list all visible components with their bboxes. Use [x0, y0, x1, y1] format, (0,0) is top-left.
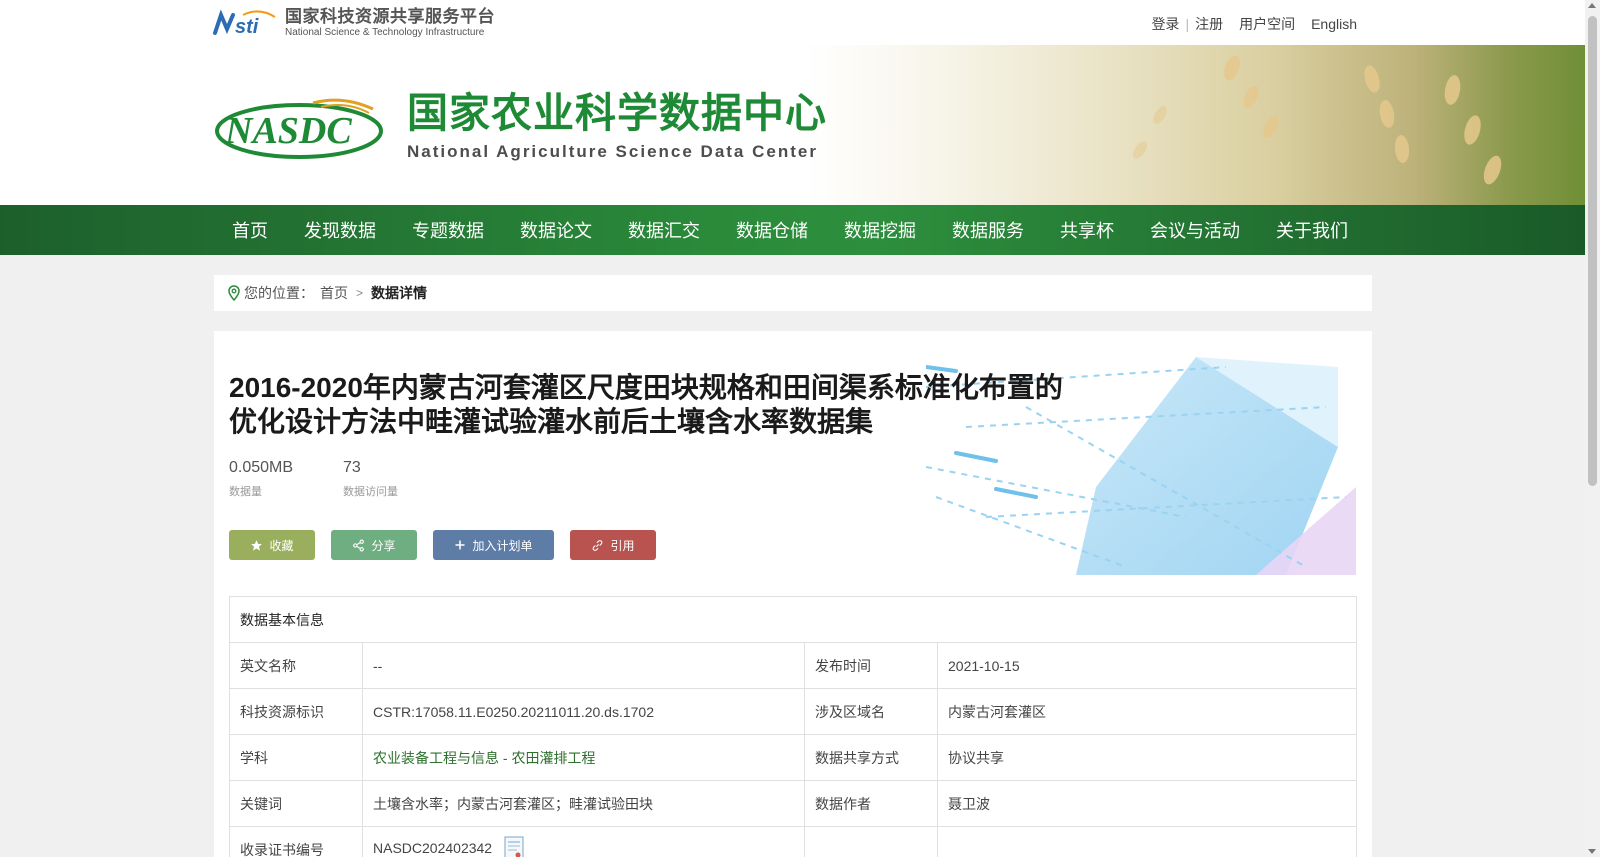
favorite-label: 收藏 — [269, 538, 294, 553]
nav-item-papers[interactable]: 数据论文 — [502, 217, 610, 243]
table-row: 英文名称 -- 发布时间 2021-10-15 — [229, 642, 1357, 689]
location-pin-icon — [228, 285, 240, 301]
svg-text:sti: sti — [235, 16, 259, 37]
site-title-cn: 国家农业科学数据中心 — [407, 90, 827, 136]
breadcrumb-prefix: 您的位置： — [244, 285, 314, 301]
english-link[interactable]: English — [1311, 16, 1357, 32]
label-keywords: 关键词 — [229, 780, 363, 827]
cite-button[interactable]: 引用 — [570, 530, 656, 560]
login-link[interactable]: 登录 — [1151, 14, 1179, 34]
nav-item-about[interactable]: 关于我们 — [1258, 217, 1366, 243]
label-empty — [804, 826, 938, 857]
table-row: 科技资源标识 CSTR:17058.11.E0250.20211011.20.d… — [229, 688, 1357, 735]
nav-item-discover[interactable]: 发现数据 — [286, 217, 394, 243]
label-author: 数据作者 — [804, 780, 938, 827]
nav-item-events[interactable]: 会议与活动 — [1132, 217, 1258, 243]
share-icon — [352, 539, 365, 552]
breadcrumb-current: 数据详情 — [371, 285, 428, 301]
link-icon — [591, 539, 604, 552]
dataset-stats: 0.050MB 数据量 73 数据访问量 — [229, 459, 457, 499]
dataset-title-line-1: 2016-2020年内蒙古河套灌区尺度田块规格和田间渠系标准化布置的 — [229, 372, 1063, 403]
value-resource-id: CSTR:17058.11.E0250.20211011.20.ds.1702 — [362, 688, 805, 735]
nstl-brand-cn: 国家科技资源共享服务平台 — [285, 7, 495, 26]
nav-item-home[interactable]: 首页 — [214, 217, 286, 243]
scroll-up-arrow-icon[interactable] — [1588, 3, 1596, 8]
value-empty — [937, 826, 1357, 857]
register-link[interactable]: 注册 — [1195, 14, 1223, 34]
favorite-button[interactable]: 收藏 — [229, 530, 315, 560]
page-scrollbar[interactable] — [1585, 0, 1600, 857]
link-divider: | — [1185, 16, 1190, 32]
value-english-name: -- — [362, 642, 805, 689]
table-row: 学科 农业装备工程与信息 - 农田灌排工程 数据共享方式 协议共享 — [229, 734, 1357, 781]
nav-item-cup[interactable]: 共享杯 — [1042, 217, 1132, 243]
value-author: 聂卫波 — [937, 780, 1357, 827]
label-publish-date: 发布时间 — [804, 642, 938, 689]
header-banner: NASDC 国家农业科学数据中心 National Agriculture Sc… — [0, 45, 1585, 205]
nstl-logo[interactable]: sti 国家科技资源共享服务平台 National Science & Tech… — [213, 8, 495, 38]
svg-text:NASDC: NASDC — [224, 110, 352, 152]
visit-count-label: 数据访问量 — [343, 486, 398, 498]
nav-item-services[interactable]: 数据服务 — [934, 217, 1042, 243]
label-discipline: 学科 — [229, 734, 363, 781]
action-buttons: 收藏 分享 加入计划单 引用 — [229, 530, 672, 560]
dataset-card: 2016-2020年内蒙古河套灌区尺度田块规格和田间渠系标准化布置的 优化设计方… — [214, 331, 1372, 857]
label-region: 涉及区域名 — [804, 688, 938, 735]
discipline-link[interactable]: 农业装备工程与信息 - 农田灌排工程 — [373, 750, 595, 766]
nav-item-topics[interactable]: 专题数据 — [394, 217, 502, 243]
user-space-link[interactable]: 用户空间 — [1239, 14, 1295, 34]
top-links: 登录 | 注册 用户空间 English — [1151, 14, 1357, 34]
add-to-plan-label: 加入计划单 — [472, 538, 533, 553]
cite-label: 引用 — [610, 538, 635, 553]
value-certificate-no: NASDC202402342 — [373, 840, 493, 857]
table-row: 关键词 土壤含水率；内蒙古河套灌区；畦灌试验田块 数据作者 聂卫波 — [229, 780, 1357, 827]
label-certificate-no: 收录证书编号 — [229, 826, 363, 857]
label-sharing-mode: 数据共享方式 — [804, 734, 938, 781]
value-keywords: 土壤含水率；内蒙古河套灌区；畦灌试验田块 — [362, 780, 805, 827]
visit-count-value: 73 — [343, 459, 361, 476]
nav-item-submit[interactable]: 数据汇交 — [610, 217, 718, 243]
certificate-icon[interactable] — [504, 836, 524, 857]
label-resource-id: 科技资源标识 — [229, 688, 363, 735]
main-nav: 首页 发现数据 专题数据 数据论文 数据汇交 数据仓储 数据挖掘 数据服务 共享… — [0, 205, 1585, 255]
star-icon — [250, 539, 263, 552]
add-to-plan-button[interactable]: 加入计划单 — [433, 530, 554, 560]
nav-item-repository[interactable]: 数据仓储 — [718, 217, 826, 243]
value-publish-date: 2021-10-15 — [937, 642, 1357, 689]
top-bar: sti 国家科技资源共享服务平台 National Science & Tech… — [0, 0, 1585, 45]
site-title-en: National Agriculture Science Data Center — [407, 142, 818, 161]
scrollbar-thumb[interactable] — [1588, 16, 1597, 486]
plus-icon — [454, 539, 466, 551]
nstl-logo-mark-icon: sti — [213, 9, 279, 37]
rice-banner-image — [805, 45, 1585, 205]
dataset-title-line-2: 优化设计方法中畦灌试验灌水前后土壤含水率数据集 — [229, 406, 874, 437]
data-size-label: 数据量 — [229, 486, 262, 498]
share-button[interactable]: 分享 — [331, 530, 417, 560]
breadcrumb: 您的位置： 首页 > 数据详情 — [214, 275, 1372, 311]
nasdc-logo[interactable]: NASDC — [213, 95, 385, 160]
label-english-name: 英文名称 — [229, 642, 363, 689]
basic-info-table: 数据基本信息 英文名称 -- 发布时间 2021-10-15 科技资源标识 CS… — [229, 596, 1357, 857]
nav-item-mining[interactable]: 数据挖掘 — [826, 217, 934, 243]
data-size-value: 0.050MB — [229, 459, 294, 476]
scroll-down-arrow-icon[interactable] — [1588, 849, 1596, 854]
share-label: 分享 — [371, 538, 396, 553]
breadcrumb-home-link[interactable]: 首页 — [320, 283, 348, 303]
nstl-brand-en: National Science & Technology Infrastruc… — [285, 27, 485, 38]
value-sharing-mode: 协议共享 — [937, 734, 1357, 781]
basic-info-title: 数据基本信息 — [229, 596, 1357, 643]
value-region: 内蒙古河套灌区 — [937, 688, 1357, 735]
table-row: 收录证书编号 NASDC202402342 — [229, 826, 1357, 857]
dataset-title: 2016-2020年内蒙古河套灌区尺度田块规格和田间渠系标准化布置的 优化设计方… — [229, 371, 1089, 439]
breadcrumb-chevron-icon: > — [356, 286, 364, 300]
